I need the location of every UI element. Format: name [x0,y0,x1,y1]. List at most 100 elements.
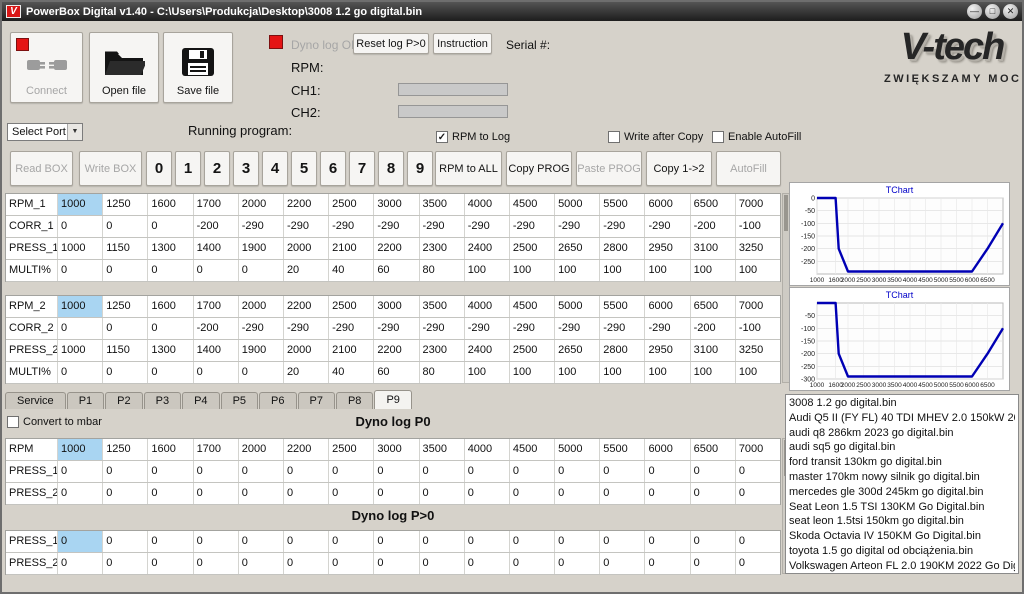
cell-corr-1-9[interactable]: -290 [465,216,510,237]
file-list-item[interactable]: Skoda Octavia IV 150KM Go Digital.bin [789,529,1015,544]
cell-rpm-0[interactable]: 1000 [58,439,103,460]
cell-press-2-8[interactable]: 0 [420,483,465,504]
cell-press-1-2[interactable]: 1300 [148,238,193,259]
cell-corr-1-13[interactable]: -290 [645,216,690,237]
cell-multi--8[interactable]: 80 [420,362,465,383]
close-button[interactable]: ✕ [1003,4,1018,19]
rpm-to-log-checkbox[interactable]: ✓ RPM to Log [436,131,510,143]
cell-rpm-1-8[interactable]: 3500 [420,194,465,215]
digit-2-button[interactable]: 2 [204,151,230,186]
open-file-button[interactable]: Open file [89,32,159,103]
cell-press-1-0[interactable]: 0 [58,461,103,482]
cell-corr-1-2[interactable]: 0 [148,216,193,237]
minimize-button[interactable]: — [967,4,982,19]
cell-press-2-2[interactable]: 0 [148,483,193,504]
cell-rpm-2-0[interactable]: 1000 [58,296,103,317]
cell-press-2-0[interactable]: 1000 [58,340,103,361]
cell-press-1-15[interactable]: 0 [736,461,780,482]
cell-press-2-14[interactable]: 0 [691,553,736,574]
cell-rpm-1-12[interactable]: 5500 [600,194,645,215]
cell-multi--1[interactable]: 0 [103,362,148,383]
cell-rpm-4[interactable]: 2000 [239,439,284,460]
tab-p4[interactable]: P4 [182,392,219,409]
cell-press-1-11[interactable]: 0 [555,461,600,482]
enable-autofill-checkbox[interactable]: Enable AutoFill [712,131,801,143]
cell-rpm-2-5[interactable]: 2200 [284,296,329,317]
cell-rpm-11[interactable]: 5000 [555,439,600,460]
cell-press-2-10[interactable]: 0 [510,553,555,574]
cell-press-1-9[interactable]: 2400 [465,238,510,259]
cell-press-1-5[interactable]: 0 [284,531,329,552]
tab-p7[interactable]: P7 [298,392,335,409]
cell-press-1-14[interactable]: 3100 [691,238,736,259]
write-after-copy-checkbox[interactable]: Write after Copy [608,131,703,143]
cell-multi--2[interactable]: 0 [148,260,193,281]
cell-multi--8[interactable]: 80 [420,260,465,281]
cell-press-1-4[interactable]: 0 [239,461,284,482]
write-box-button[interactable]: Write BOX [79,151,142,186]
paste-prog-button[interactable]: Paste PROG [576,151,642,186]
cell-multi--14[interactable]: 100 [691,362,736,383]
cell-press-1-2[interactable]: 0 [148,461,193,482]
cell-rpm-2-4[interactable]: 2000 [239,296,284,317]
cell-corr-1-6[interactable]: -290 [329,216,374,237]
cell-press-1-7[interactable]: 0 [374,531,419,552]
cell-multi--11[interactable]: 100 [555,362,600,383]
cell-press-2-11[interactable]: 2650 [555,340,600,361]
connect-button[interactable]: Connect [10,32,83,103]
cell-multi--12[interactable]: 100 [600,362,645,383]
cell-corr-2-10[interactable]: -290 [510,318,555,339]
cell-corr-1-5[interactable]: -290 [284,216,329,237]
cell-press-2-14[interactable]: 3100 [691,340,736,361]
cell-press-1-10[interactable]: 0 [510,531,555,552]
digit-4-button[interactable]: 4 [262,151,288,186]
cell-multi--15[interactable]: 100 [736,260,780,281]
cell-press-1-15[interactable]: 3250 [736,238,780,259]
cell-press-1-4[interactable]: 1900 [239,238,284,259]
cell-rpm-1-14[interactable]: 6500 [691,194,736,215]
cell-rpm-1-11[interactable]: 5000 [555,194,600,215]
file-list-item[interactable]: audi q8 286km 2023 go digital.bin [789,426,1015,441]
cell-multi--6[interactable]: 40 [329,260,374,281]
cell-press-2-3[interactable]: 0 [194,483,239,504]
cell-press-2-9[interactable]: 0 [465,483,510,504]
select-port-dropdown[interactable]: Select Port ▼ [7,123,83,141]
cell-corr-2-9[interactable]: -290 [465,318,510,339]
cell-press-2-3[interactable]: 0 [194,553,239,574]
cell-press-2-2[interactable]: 1300 [148,340,193,361]
cell-press-2-6[interactable]: 0 [329,483,374,504]
cell-multi--13[interactable]: 100 [645,260,690,281]
cell-rpm-15[interactable]: 7000 [736,439,780,460]
cell-multi--12[interactable]: 100 [600,260,645,281]
autofill-button[interactable]: AutoFill [716,151,781,186]
cell-rpm-13[interactable]: 6000 [645,439,690,460]
file-list-item[interactable]: 3008 1.2 go digital.bin [789,396,1015,411]
cell-rpm-2-1[interactable]: 1250 [103,296,148,317]
cell-corr-2-8[interactable]: -290 [420,318,465,339]
cell-corr-2-1[interactable]: 0 [103,318,148,339]
cell-multi--6[interactable]: 40 [329,362,374,383]
cell-multi--10[interactable]: 100 [510,260,555,281]
cell-rpm-1-7[interactable]: 3000 [374,194,419,215]
file-list-item[interactable]: Seat Leon 1.5 TSI 130KM Go Digital.bin [789,500,1015,515]
cell-press-2-12[interactable]: 2800 [600,340,645,361]
digit-6-button[interactable]: 6 [320,151,346,186]
cell-corr-1-14[interactable]: -200 [691,216,736,237]
reset-log-button[interactable]: Reset log P>0 [353,33,429,54]
cell-press-1-13[interactable]: 0 [645,461,690,482]
cell-press-1-8[interactable]: 0 [420,461,465,482]
tab-service[interactable]: Service [5,392,66,409]
cell-press-2-1[interactable]: 0 [103,553,148,574]
cell-corr-1-4[interactable]: -290 [239,216,284,237]
cell-press-1-10[interactable]: 0 [510,461,555,482]
cell-press-2-9[interactable]: 0 [465,553,510,574]
cell-rpm-2-9[interactable]: 4000 [465,296,510,317]
cell-rpm-1-9[interactable]: 4000 [465,194,510,215]
rpm-to-all-button[interactable]: RPM to ALL [435,151,502,186]
digit-1-button[interactable]: 1 [175,151,201,186]
cell-press-1-5[interactable]: 2000 [284,238,329,259]
scrollbar-thumb[interactable] [784,195,788,231]
cell-press-2-11[interactable]: 0 [555,483,600,504]
cell-press-1-12[interactable]: 0 [600,461,645,482]
cell-press-2-10[interactable]: 2500 [510,340,555,361]
